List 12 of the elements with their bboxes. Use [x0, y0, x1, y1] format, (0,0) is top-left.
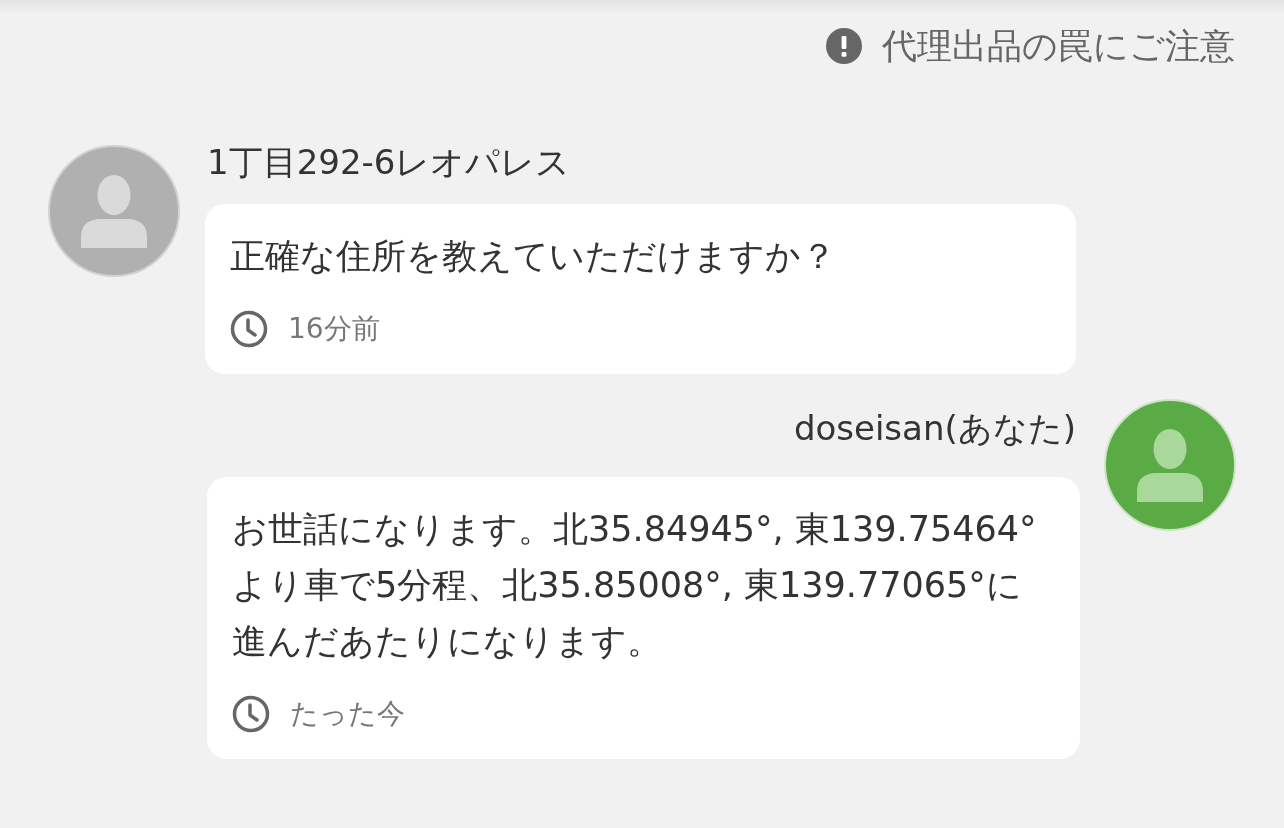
timestamp: たった今 — [290, 696, 405, 732]
message-text: 正確な住所を教えていただけますか？ — [230, 235, 837, 278]
sender-name: 1丁目292-6レオパレス — [207, 142, 571, 182]
message-text: お世話になります。北35.84945°, 東139.75464°より車で5分程、北35.85008°, 東139.77065°に進んだあたりになります。 — [232, 508, 1038, 663]
person-avatar-icon — [48, 145, 180, 277]
timestamp: 16分前 — [288, 311, 380, 347]
clock-icon — [230, 310, 268, 348]
alert-icon — [826, 28, 862, 64]
person-avatar-icon — [1104, 399, 1236, 531]
sender-name: doseisan(あなた) — [793, 408, 1076, 448]
clock-icon — [232, 695, 270, 733]
notice-link[interactable]: 代理出品の罠にご注意 — [826, 26, 1235, 66]
